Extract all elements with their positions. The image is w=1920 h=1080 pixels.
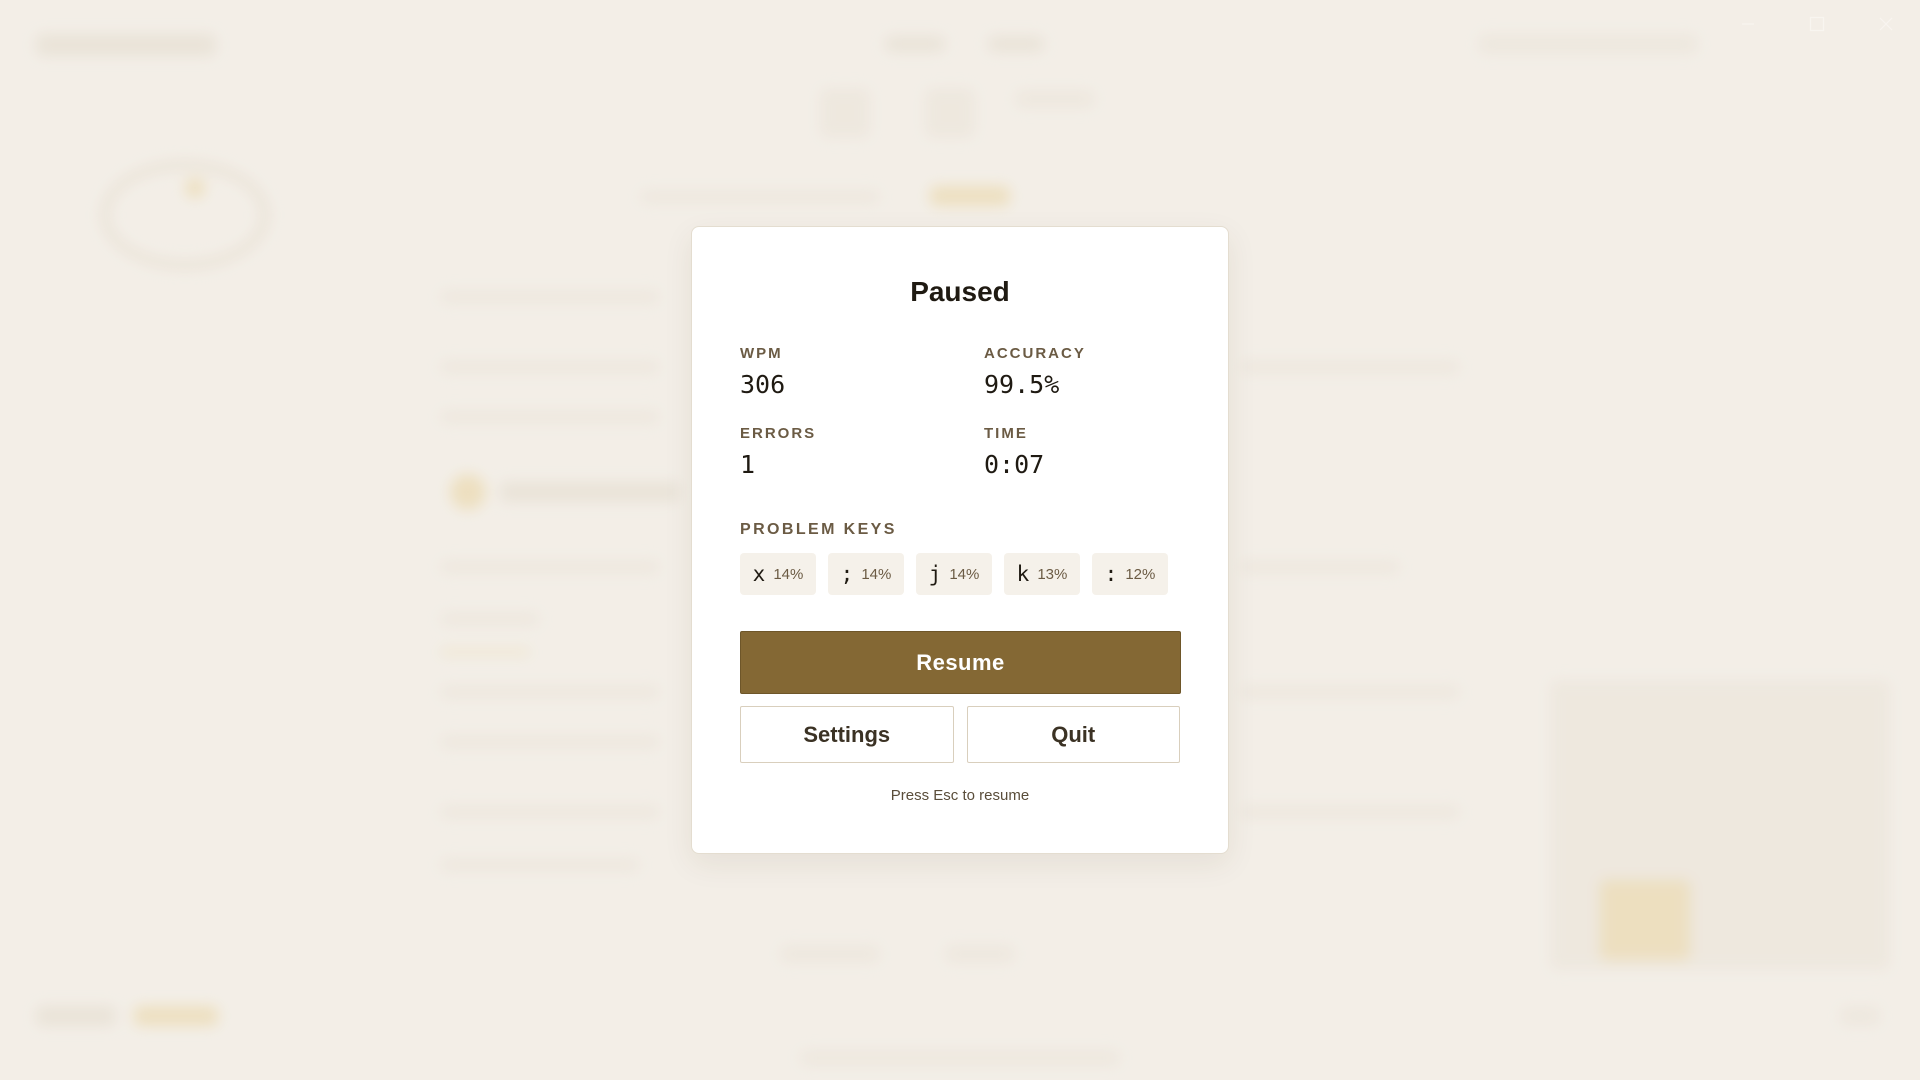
problem-keys-list: x 14% ; 14% j 14% k 13% : 12% (740, 553, 1180, 595)
key-char: j (928, 562, 942, 586)
stat-wpm: WPM 306 (740, 345, 984, 401)
stats-grid: WPM 306 ACCURACY 99.5% ERRORS 1 TIME 0:0… (740, 345, 1180, 481)
problem-key-chip: : 12% (1092, 553, 1168, 595)
problem-key-chip: x 14% (740, 553, 816, 595)
problem-key-chip: k 13% (1004, 553, 1080, 595)
dialog-title: Paused (910, 276, 1010, 307)
key-percent: 14% (949, 565, 980, 583)
stat-value: 1 (740, 450, 756, 479)
stat-time: TIME 0:07 (984, 425, 1180, 481)
quit-button[interactable]: Quit (966, 706, 1180, 763)
key-char: k (1016, 562, 1030, 586)
key-char: ; (840, 562, 854, 586)
key-char: : (1104, 562, 1118, 586)
secondary-actions: Settings Quit (740, 706, 1180, 763)
keyboard-hint: Press Esc to resume (890, 787, 1030, 804)
stat-value: 306 (740, 370, 786, 399)
settings-button[interactable]: Settings (740, 706, 954, 763)
stat-errors: ERRORS 1 (740, 425, 984, 481)
stat-value: 99.5% (984, 370, 1060, 399)
resume-button[interactable]: Resume (740, 631, 1181, 694)
stat-label: TIME (984, 425, 1028, 442)
pause-dialog: Paused WPM 306 ACCURACY 99.5% ERRORS 1 T… (691, 226, 1229, 854)
key-percent: 12% (1125, 565, 1156, 583)
key-percent: 14% (773, 565, 804, 583)
stat-label: WPM (740, 345, 783, 362)
key-percent: 13% (1037, 565, 1068, 583)
stat-accuracy: ACCURACY 99.5% (984, 345, 1180, 401)
problem-keys-heading: PROBLEM KEYS (740, 521, 897, 538)
stat-label: ACCURACY (984, 345, 1086, 362)
key-char: x (752, 562, 766, 586)
problem-key-chip: ; 14% (828, 553, 904, 595)
stat-label: ERRORS (740, 425, 817, 442)
problem-key-chip: j 14% (916, 553, 992, 595)
key-percent: 14% (861, 565, 892, 583)
stat-value: 0:07 (984, 450, 1045, 479)
